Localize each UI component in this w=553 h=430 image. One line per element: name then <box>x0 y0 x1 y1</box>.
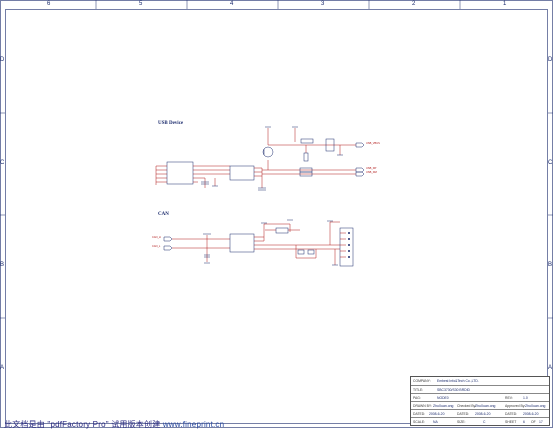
net-label-usb-dm: USB_DM <box>366 171 377 174</box>
column-ticks <box>95 0 461 9</box>
sheet-label: SHEET <box>505 420 517 424</box>
title-block-row-scale: SCALE: NA SIZE: C SHEET 6 OF 17 <box>411 417 549 426</box>
net-label-usb-dp: USB_DP <box>366 167 377 170</box>
column-label-2: 2 <box>412 1 416 7</box>
row-label-b-right: B <box>548 262 553 268</box>
schematic-sheet: 6 5 4 3 2 1 D C B A D C B A USB Device C… <box>0 0 553 430</box>
row-ticks <box>0 112 553 319</box>
of-value: 17 <box>539 420 543 424</box>
usb-vbus-flag <box>355 142 365 148</box>
column-label-1: 1 <box>503 1 507 7</box>
row-label-c-left: C <box>0 160 5 166</box>
size-label: SIZE: <box>457 420 466 424</box>
usb-dp-flag <box>355 167 365 173</box>
can-rx-flag <box>163 245 173 251</box>
usb-connector <box>166 161 194 185</box>
column-label-5: 5 <box>139 1 143 7</box>
row-label-a-left: A <box>0 365 5 371</box>
usb-device-title: USB Device <box>158 121 184 126</box>
pdf-watermark: 此文档是由 "pdfFactory Pro" 试用版本创建 www.finepr… <box>4 419 224 430</box>
usb-dm-flag <box>355 171 365 177</box>
scale-label: SCALE: <box>413 420 426 424</box>
company-value: Embest Info&Tech Co.,LTD. <box>437 379 479 383</box>
size-value: C <box>483 420 486 424</box>
row-label-b-left: B <box>0 262 5 268</box>
net-label-can-l: CAN_L <box>152 245 161 248</box>
vbus-transistor <box>262 146 274 158</box>
can-tx-flag <box>163 236 173 242</box>
row-label-c-right: C <box>548 160 553 166</box>
can-termination-resistor <box>275 227 289 234</box>
net-label-usb-vbus: USB_VBUS <box>366 142 380 145</box>
usb-phy-ic <box>229 165 255 181</box>
row-label-d-left: D <box>0 57 5 63</box>
schematic-drawing <box>0 0 553 428</box>
column-label-4: 4 <box>230 1 234 7</box>
row-label-d-right: D <box>548 57 553 63</box>
sheet-value: 6 <box>523 420 525 424</box>
can-transceiver <box>229 233 255 253</box>
row-label-a-right: A <box>548 365 553 371</box>
can-title: CAN <box>158 212 169 217</box>
net-label-can-h: CAN_H <box>152 236 161 239</box>
scale-value: NA <box>433 420 438 424</box>
can-circuit <box>163 219 354 267</box>
of-label: OF <box>531 420 536 424</box>
company-label: COMPANY: <box>413 379 431 383</box>
title-block-row-company: COMPANY: Embest Info&Tech Co.,LTD. <box>411 377 549 385</box>
title-block: COMPANY: Embest Info&Tech Co.,LTD. TITLE… <box>410 376 550 426</box>
inner-border <box>5 9 548 424</box>
can-db9-connector <box>339 227 354 267</box>
outer-border <box>0 0 553 428</box>
column-label-6: 6 <box>47 1 51 7</box>
column-label-3: 3 <box>321 1 325 7</box>
usb-device-circuit <box>155 126 365 191</box>
